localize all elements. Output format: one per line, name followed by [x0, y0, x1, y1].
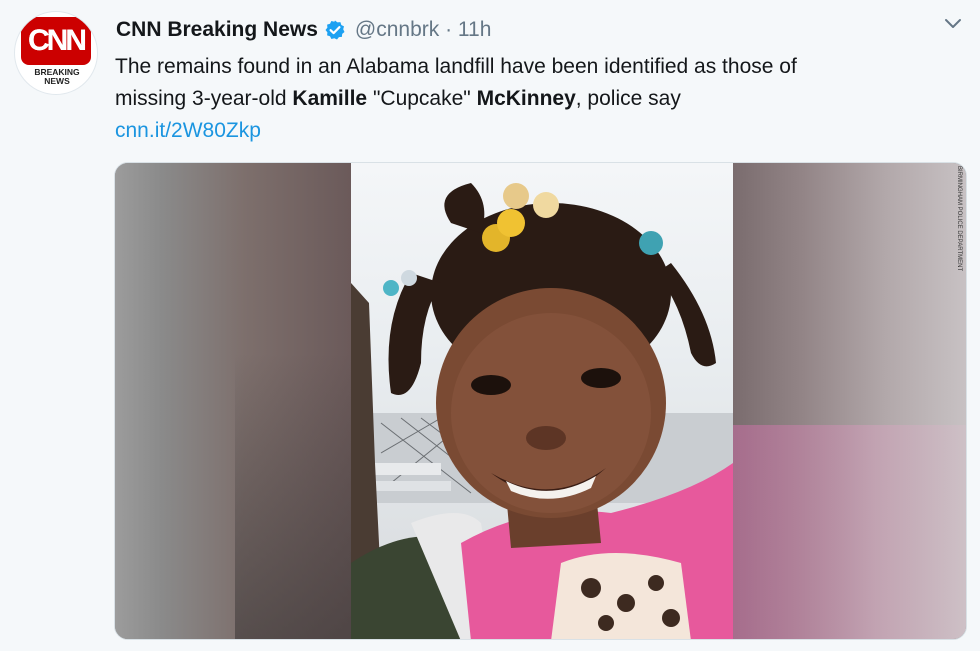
name-kamille: Kamille	[292, 87, 368, 110]
blurred-right-pink	[733, 424, 966, 639]
chevron-down-icon[interactable]	[942, 15, 964, 33]
tweet-text-line2: missing 3-year-old Kamille "Cupcake" McK…	[115, 83, 965, 115]
tweet-text: The remains found in an Alabama landfill…	[115, 51, 965, 115]
text-nickname: "Cupcake"	[367, 87, 477, 110]
name-mckinney: McKinney	[476, 87, 576, 110]
cnn-logo: CNN	[21, 17, 91, 65]
verified-badge-icon	[324, 19, 346, 41]
tweet-header: CNN Breaking News @cnnbrk · 11h	[116, 14, 491, 46]
avatar-news-label: NEWS	[44, 76, 70, 86]
handle-and-time[interactable]: @cnnbrk · 11h	[355, 18, 492, 42]
tweet-media-image[interactable]: BIRMINGHAM POLICE DEPARTMENT	[114, 162, 967, 640]
tweet-card[interactable]: CNN BREAKING NEWS CNN Breaking News @cnn…	[0, 0, 980, 651]
avatar[interactable]: CNN BREAKING NEWS	[14, 11, 98, 95]
text-suffix: , police say	[575, 87, 681, 110]
photo-credit-text: BIRMINGHAM POLICE DEPARTMENT	[956, 166, 962, 272]
text-prefix: missing 3-year-old	[115, 87, 293, 110]
blurred-left-shadow	[235, 353, 351, 639]
cnn-logo-text: CNN	[28, 24, 87, 57]
tweet-text-line1: The remains found in an Alabama landfill…	[115, 55, 797, 78]
child-photo	[351, 163, 733, 639]
tweet-link[interactable]: cnn.it/2W80Zkp	[115, 115, 261, 147]
account-name[interactable]: CNN Breaking News	[116, 18, 318, 42]
photo-credit: BIRMINGHAM POLICE DEPARTMENT	[953, 166, 965, 309]
